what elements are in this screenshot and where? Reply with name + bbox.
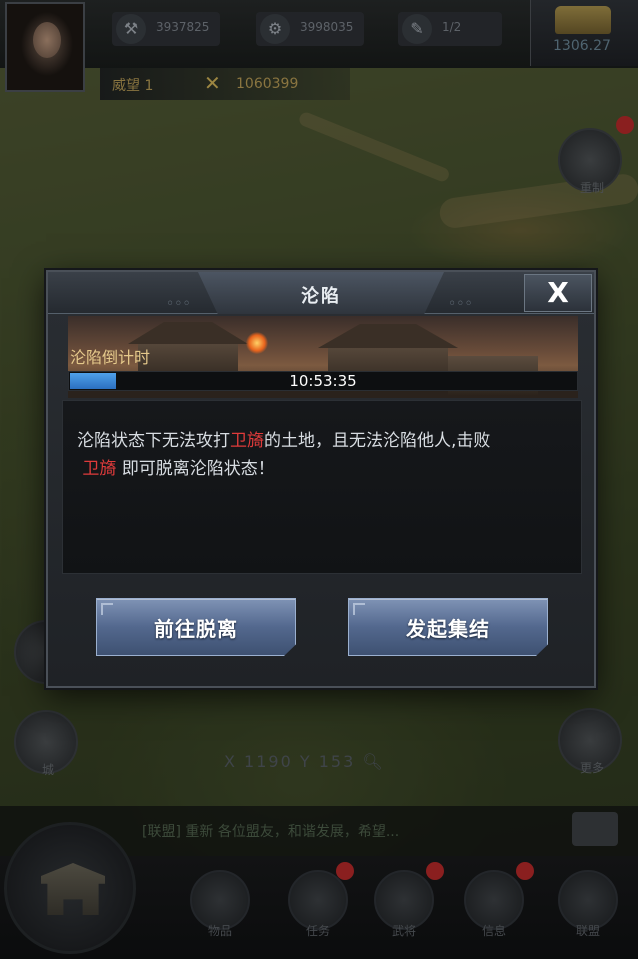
coordinate-text: X 1190 Y 153 [224, 752, 356, 771]
power-value: 1060399 [236, 76, 299, 92]
countdown-label: 沦陷倒计时 [70, 348, 151, 367]
countdown-time: 10:53:35 [289, 372, 357, 390]
nav-label: 武将 [391, 924, 416, 938]
refresh-button[interactable]: 重制 [558, 128, 622, 195]
close-icon: X [547, 276, 569, 309]
enemy-name: 卫旖 [230, 431, 264, 451]
nav-label: 信息 [481, 924, 506, 938]
more-button[interactable]: 更多 [558, 708, 622, 775]
nav-quests[interactable]: 任务 [286, 870, 350, 942]
reputation: 威望 1 [112, 78, 154, 94]
resource-iron[interactable]: ⚙ 3998035 [256, 12, 364, 46]
nav-label: 任务 [305, 924, 330, 938]
chat-keyboard-icon[interactable] [572, 812, 618, 846]
resource-value: 3998035 [300, 20, 354, 34]
nav-label: 联盟 [575, 924, 600, 938]
stone-icon: ✎ [402, 14, 432, 44]
book-icon [288, 870, 348, 930]
message-text: 沦陷状态下无法攻打 [77, 431, 230, 451]
citadel-button[interactable] [4, 822, 136, 954]
fall-dialog: ◦◦◦ ◦◦◦ 沦陷 X 沦陷倒计时 10:53:35 沦陷状态下无法攻打卫旖的… [46, 270, 596, 688]
nav-items[interactable]: 物品 [188, 870, 252, 942]
power-icon: ✕ [204, 71, 221, 95]
resource-value: 3937825 [156, 20, 210, 34]
rally-label: 发起集结 [406, 617, 490, 641]
nav-generals[interactable]: 武将 [372, 870, 436, 942]
notification-dot [516, 862, 534, 880]
nav-alliance[interactable]: 联盟 [556, 870, 620, 942]
city-button[interactable]: 城 [14, 710, 78, 777]
gold-value: 1306.27 [553, 38, 611, 54]
enemy-name: 卫旖 [82, 459, 117, 479]
fire-icon [246, 332, 268, 354]
nav-label: 物品 [207, 924, 232, 938]
city-label: 城 [41, 763, 54, 777]
leave-button[interactable]: 前往脱离 [96, 598, 296, 656]
resource-value: 1/2 [442, 20, 462, 34]
rally-button[interactable]: 发起集结 [348, 598, 548, 656]
message-text: 的土地，且无法沦陷他人,击败 [264, 431, 491, 451]
mail-icon [464, 870, 524, 930]
close-button[interactable]: X [524, 274, 592, 312]
gold-display[interactable]: 1306.27 [530, 0, 638, 66]
lumber-icon: ⚒ [116, 14, 146, 44]
resource-stone[interactable]: ✎ 1/2 [398, 12, 502, 46]
gold-ingot-icon [555, 6, 611, 34]
status-bar: 威望 1 ✕ 1060399 [100, 68, 350, 100]
ornament-icon: ◦◦◦ [166, 296, 191, 312]
notification-dot [426, 862, 444, 880]
message-text: 即可脱离沦陷状态！ [121, 459, 275, 479]
dialog-title: 沦陷 [301, 286, 341, 307]
notification-dot [616, 116, 634, 134]
coordinate-readout[interactable]: X 1190 Y 153 🔍︎ [210, 744, 430, 780]
items-icon [190, 870, 250, 930]
city-gate-icon [41, 863, 105, 915]
resource-lumber[interactable]: ⚒ 3937825 [112, 12, 220, 46]
message-box: 沦陷状态下无法攻打卫旖的土地，且无法沦陷他人,击败 卫旖 即可脱离沦陷状态！ [62, 400, 582, 574]
notification-dot [336, 862, 354, 880]
helmet-icon [374, 870, 434, 930]
countdown-progress-bar: 10:53:35 [68, 371, 578, 391]
iron-icon: ⚙ [260, 14, 290, 44]
nav-messages[interactable]: 信息 [462, 870, 526, 942]
refresh-label: 重制 [579, 181, 604, 195]
banner-icon [558, 870, 618, 930]
more-label: 更多 [579, 761, 604, 775]
player-avatar[interactable] [5, 2, 85, 92]
ornament-icon: ◦◦◦ [448, 296, 473, 312]
chat-preview: [联盟] 重新 各位盟友，和谐发展，希望... [142, 824, 400, 840]
search-icon[interactable]: 🔍︎ [362, 752, 384, 771]
leave-label: 前往脱离 [154, 617, 238, 641]
fall-message: 沦陷状态下无法攻打卫旖的土地，且无法沦陷他人,击败 卫旖 即可脱离沦陷状态！ [77, 427, 569, 483]
